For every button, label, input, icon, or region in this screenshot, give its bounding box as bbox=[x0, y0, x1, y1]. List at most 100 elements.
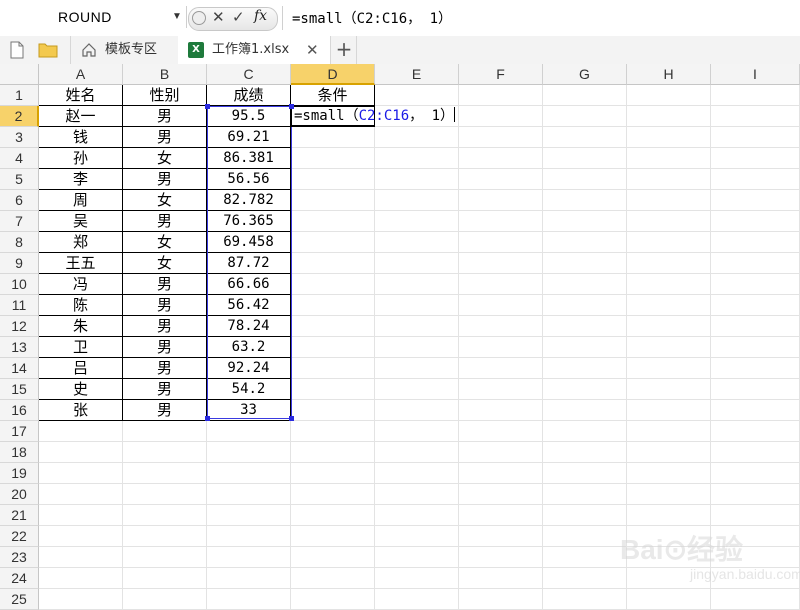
empty-cell[interactable] bbox=[543, 169, 627, 190]
empty-cell[interactable] bbox=[711, 106, 800, 127]
empty-cell[interactable] bbox=[543, 85, 627, 106]
empty-cell[interactable] bbox=[459, 379, 543, 400]
empty-cell[interactable] bbox=[123, 526, 207, 547]
empty-cell[interactable] bbox=[711, 442, 800, 463]
empty-cell[interactable] bbox=[459, 484, 543, 505]
empty-cell[interactable] bbox=[459, 274, 543, 295]
empty-cell[interactable] bbox=[291, 274, 375, 295]
empty-cell[interactable] bbox=[627, 211, 711, 232]
row-header-16[interactable]: 16 bbox=[0, 400, 39, 421]
empty-cell[interactable] bbox=[375, 505, 459, 526]
empty-cell[interactable] bbox=[627, 253, 711, 274]
row-header-15[interactable]: 15 bbox=[0, 379, 39, 400]
range-handle-top-left[interactable] bbox=[205, 104, 210, 109]
cell-a11[interactable]: 陈 bbox=[39, 295, 123, 316]
empty-cell[interactable] bbox=[291, 127, 375, 148]
empty-cell[interactable] bbox=[711, 316, 800, 337]
empty-cell[interactable] bbox=[627, 295, 711, 316]
cell-a2[interactable]: 赵一 bbox=[39, 106, 123, 127]
empty-cell[interactable] bbox=[711, 148, 800, 169]
cancel-icon[interactable]: ✕ bbox=[212, 8, 225, 26]
cell-c9[interactable]: 87.72 bbox=[207, 253, 291, 274]
empty-cell[interactable] bbox=[459, 85, 543, 106]
column-header-g[interactable]: G bbox=[543, 64, 627, 85]
empty-cell[interactable] bbox=[123, 505, 207, 526]
cell-a13[interactable]: 卫 bbox=[39, 337, 123, 358]
empty-cell[interactable] bbox=[459, 505, 543, 526]
cell-c4[interactable]: 86.381 bbox=[207, 148, 291, 169]
empty-cell[interactable] bbox=[291, 505, 375, 526]
empty-cell[interactable] bbox=[459, 295, 543, 316]
empty-cell[interactable] bbox=[543, 463, 627, 484]
cell-a16[interactable]: 张 bbox=[39, 400, 123, 421]
new-document-icon[interactable] bbox=[10, 41, 24, 59]
empty-cell[interactable] bbox=[543, 421, 627, 442]
row-header-2[interactable]: 2 bbox=[0, 106, 39, 127]
empty-cell[interactable] bbox=[39, 463, 123, 484]
empty-cell[interactable] bbox=[543, 400, 627, 421]
range-handle-bottom-right[interactable] bbox=[289, 416, 294, 421]
empty-cell[interactable] bbox=[375, 274, 459, 295]
empty-cell[interactable] bbox=[711, 421, 800, 442]
cell-c2[interactable]: 95.5 bbox=[207, 106, 291, 127]
cell-b13[interactable]: 男 bbox=[123, 337, 207, 358]
empty-cell[interactable] bbox=[375, 316, 459, 337]
empty-cell[interactable] bbox=[291, 547, 375, 568]
cell-c6[interactable]: 82.782 bbox=[207, 190, 291, 211]
cell-a8[interactable]: 郑 bbox=[39, 232, 123, 253]
empty-cell[interactable] bbox=[459, 547, 543, 568]
empty-cell[interactable] bbox=[375, 379, 459, 400]
empty-cell[interactable] bbox=[711, 169, 800, 190]
row-header-10[interactable]: 10 bbox=[0, 274, 39, 295]
empty-cell[interactable] bbox=[627, 400, 711, 421]
column-header-a[interactable]: A bbox=[39, 64, 123, 85]
cell-a14[interactable]: 吕 bbox=[39, 358, 123, 379]
empty-cell[interactable] bbox=[543, 106, 627, 127]
empty-cell[interactable] bbox=[375, 232, 459, 253]
empty-cell[interactable] bbox=[291, 295, 375, 316]
empty-cell[interactable] bbox=[207, 505, 291, 526]
empty-cell[interactable] bbox=[627, 190, 711, 211]
empty-cell[interactable] bbox=[207, 568, 291, 589]
empty-cell[interactable] bbox=[711, 358, 800, 379]
empty-cell[interactable] bbox=[627, 85, 711, 106]
empty-cell[interactable] bbox=[375, 463, 459, 484]
cell-c1[interactable]: 成绩 bbox=[207, 85, 291, 106]
new-tab-button[interactable]: + bbox=[332, 36, 357, 64]
empty-cell[interactable] bbox=[711, 337, 800, 358]
cell-b6[interactable]: 女 bbox=[123, 190, 207, 211]
column-header-i[interactable]: I bbox=[711, 64, 800, 85]
empty-cell[interactable] bbox=[459, 211, 543, 232]
cell-b16[interactable]: 男 bbox=[123, 400, 207, 421]
active-cell-editor-D2[interactable]: =small（C2:C16， 1） bbox=[291, 106, 456, 127]
row-header-1[interactable]: 1 bbox=[0, 85, 39, 106]
empty-cell[interactable] bbox=[207, 421, 291, 442]
cell-a5[interactable]: 李 bbox=[39, 169, 123, 190]
empty-cell[interactable] bbox=[543, 190, 627, 211]
empty-cell[interactable] bbox=[627, 442, 711, 463]
cell-c3[interactable]: 69.21 bbox=[207, 127, 291, 148]
empty-cell[interactable] bbox=[543, 484, 627, 505]
cell-b3[interactable]: 男 bbox=[123, 127, 207, 148]
empty-cell[interactable] bbox=[459, 463, 543, 484]
empty-cell[interactable] bbox=[375, 169, 459, 190]
cell-b9[interactable]: 女 bbox=[123, 253, 207, 274]
row-header-14[interactable]: 14 bbox=[0, 358, 39, 379]
empty-cell[interactable] bbox=[543, 316, 627, 337]
cell-b11[interactable]: 男 bbox=[123, 295, 207, 316]
formula-input[interactable]: =small（C2:C16， 1） bbox=[292, 8, 452, 28]
cell-a10[interactable]: 冯 bbox=[39, 274, 123, 295]
empty-cell[interactable] bbox=[291, 421, 375, 442]
cell-c16[interactable]: 33 bbox=[207, 400, 291, 421]
empty-cell[interactable] bbox=[39, 526, 123, 547]
empty-cell[interactable] bbox=[207, 442, 291, 463]
empty-cell[interactable] bbox=[375, 358, 459, 379]
empty-cell[interactable] bbox=[627, 106, 711, 127]
select-all-corner[interactable] bbox=[0, 64, 39, 85]
empty-cell[interactable] bbox=[711, 127, 800, 148]
open-folder-icon[interactable] bbox=[38, 41, 58, 59]
empty-cell[interactable] bbox=[207, 484, 291, 505]
cell-a7[interactable]: 吴 bbox=[39, 211, 123, 232]
empty-cell[interactable] bbox=[39, 421, 123, 442]
column-header-e[interactable]: E bbox=[375, 64, 459, 85]
